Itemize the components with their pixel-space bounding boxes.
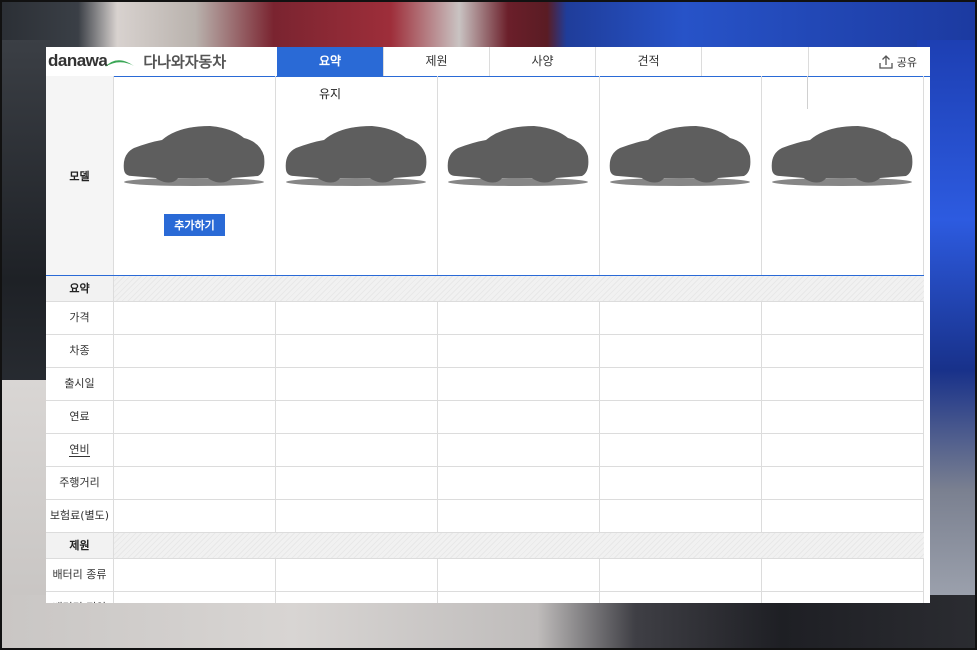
logo-text-ko: 다나와자동차 bbox=[143, 52, 227, 71]
spec-table: 요약 가격 차종 출시일 연료 연비 주행거리 보험료(별도) 제원 배터리 종… bbox=[46, 276, 924, 603]
table-row: 배터리 종류 bbox=[46, 559, 924, 592]
divider bbox=[807, 76, 808, 109]
model-slot-2[interactable] bbox=[276, 76, 438, 275]
section-header-specs: 제원 bbox=[46, 533, 924, 559]
car-silhouette-icon bbox=[609, 126, 751, 186]
table-row: 주행거리 bbox=[46, 467, 924, 500]
section-header-summary: 요약 bbox=[46, 276, 924, 302]
car-silhouette-icon bbox=[447, 126, 589, 186]
danawa-logo[interactable]: danawa 다나와자동차 bbox=[48, 51, 226, 71]
share-button[interactable]: 공유 bbox=[808, 47, 930, 76]
table-row: 보험료(별도) bbox=[46, 500, 924, 533]
floating-label: 유지 bbox=[319, 87, 342, 101]
share-upload-icon bbox=[879, 54, 893, 69]
row-label-range: 주행거리 bbox=[46, 467, 114, 499]
row-label-fuel: 연료 bbox=[46, 401, 114, 433]
add-model-button[interactable]: 추가하기 bbox=[164, 214, 225, 236]
section-title: 요약 bbox=[46, 276, 114, 301]
row-label-fuel-economy-link[interactable]: 연비 bbox=[46, 434, 114, 466]
row-label-battery-type: 배터리 종류 bbox=[46, 559, 114, 591]
tab-specs[interactable]: 제원 bbox=[383, 47, 489, 76]
section-title: 제원 bbox=[46, 533, 114, 558]
logo-text-en: danawa bbox=[48, 51, 108, 70]
row-label-car-type: 차종 bbox=[46, 335, 114, 367]
row-label-battery-voltage: 배터리 전압 bbox=[46, 592, 114, 603]
model-slot-4[interactable] bbox=[600, 76, 762, 275]
model-row: 모델 추가하기 bbox=[46, 76, 924, 276]
table-row: 출시일 bbox=[46, 368, 924, 401]
row-label-price: 가격 bbox=[46, 302, 114, 334]
table-row: 연비 bbox=[46, 434, 924, 467]
logo-swoosh-icon bbox=[105, 60, 135, 67]
tab-options[interactable]: 사양 bbox=[489, 47, 595, 76]
table-row: 가격 bbox=[46, 302, 924, 335]
row-label-insurance: 보험료(별도) bbox=[46, 500, 114, 532]
table-row: 차종 bbox=[46, 335, 924, 368]
row-label-release-date: 출시일 bbox=[46, 368, 114, 400]
tab-summary[interactable]: 요약 bbox=[277, 47, 383, 76]
share-label: 공유 bbox=[896, 55, 917, 69]
comparison-panel: danawa 다나와자동차 요약 제원 사양 견적 공유 모델 추가하기 유지 … bbox=[46, 47, 930, 603]
tab-estimate[interactable]: 견적 bbox=[595, 47, 701, 76]
model-row-label: 모델 bbox=[46, 76, 114, 275]
car-silhouette-icon bbox=[771, 126, 913, 186]
car-silhouette-icon bbox=[123, 126, 265, 186]
top-bar: danawa 다나와자동차 요약 제원 사양 견적 공유 bbox=[46, 47, 930, 77]
model-slot-1[interactable]: 추가하기 bbox=[114, 76, 276, 275]
table-row: 연료 bbox=[46, 401, 924, 434]
model-slot-3[interactable] bbox=[438, 76, 600, 275]
table-row: 배터리 전압 bbox=[46, 592, 924, 603]
model-slot-5[interactable] bbox=[762, 76, 924, 275]
car-silhouette-icon bbox=[285, 126, 427, 186]
